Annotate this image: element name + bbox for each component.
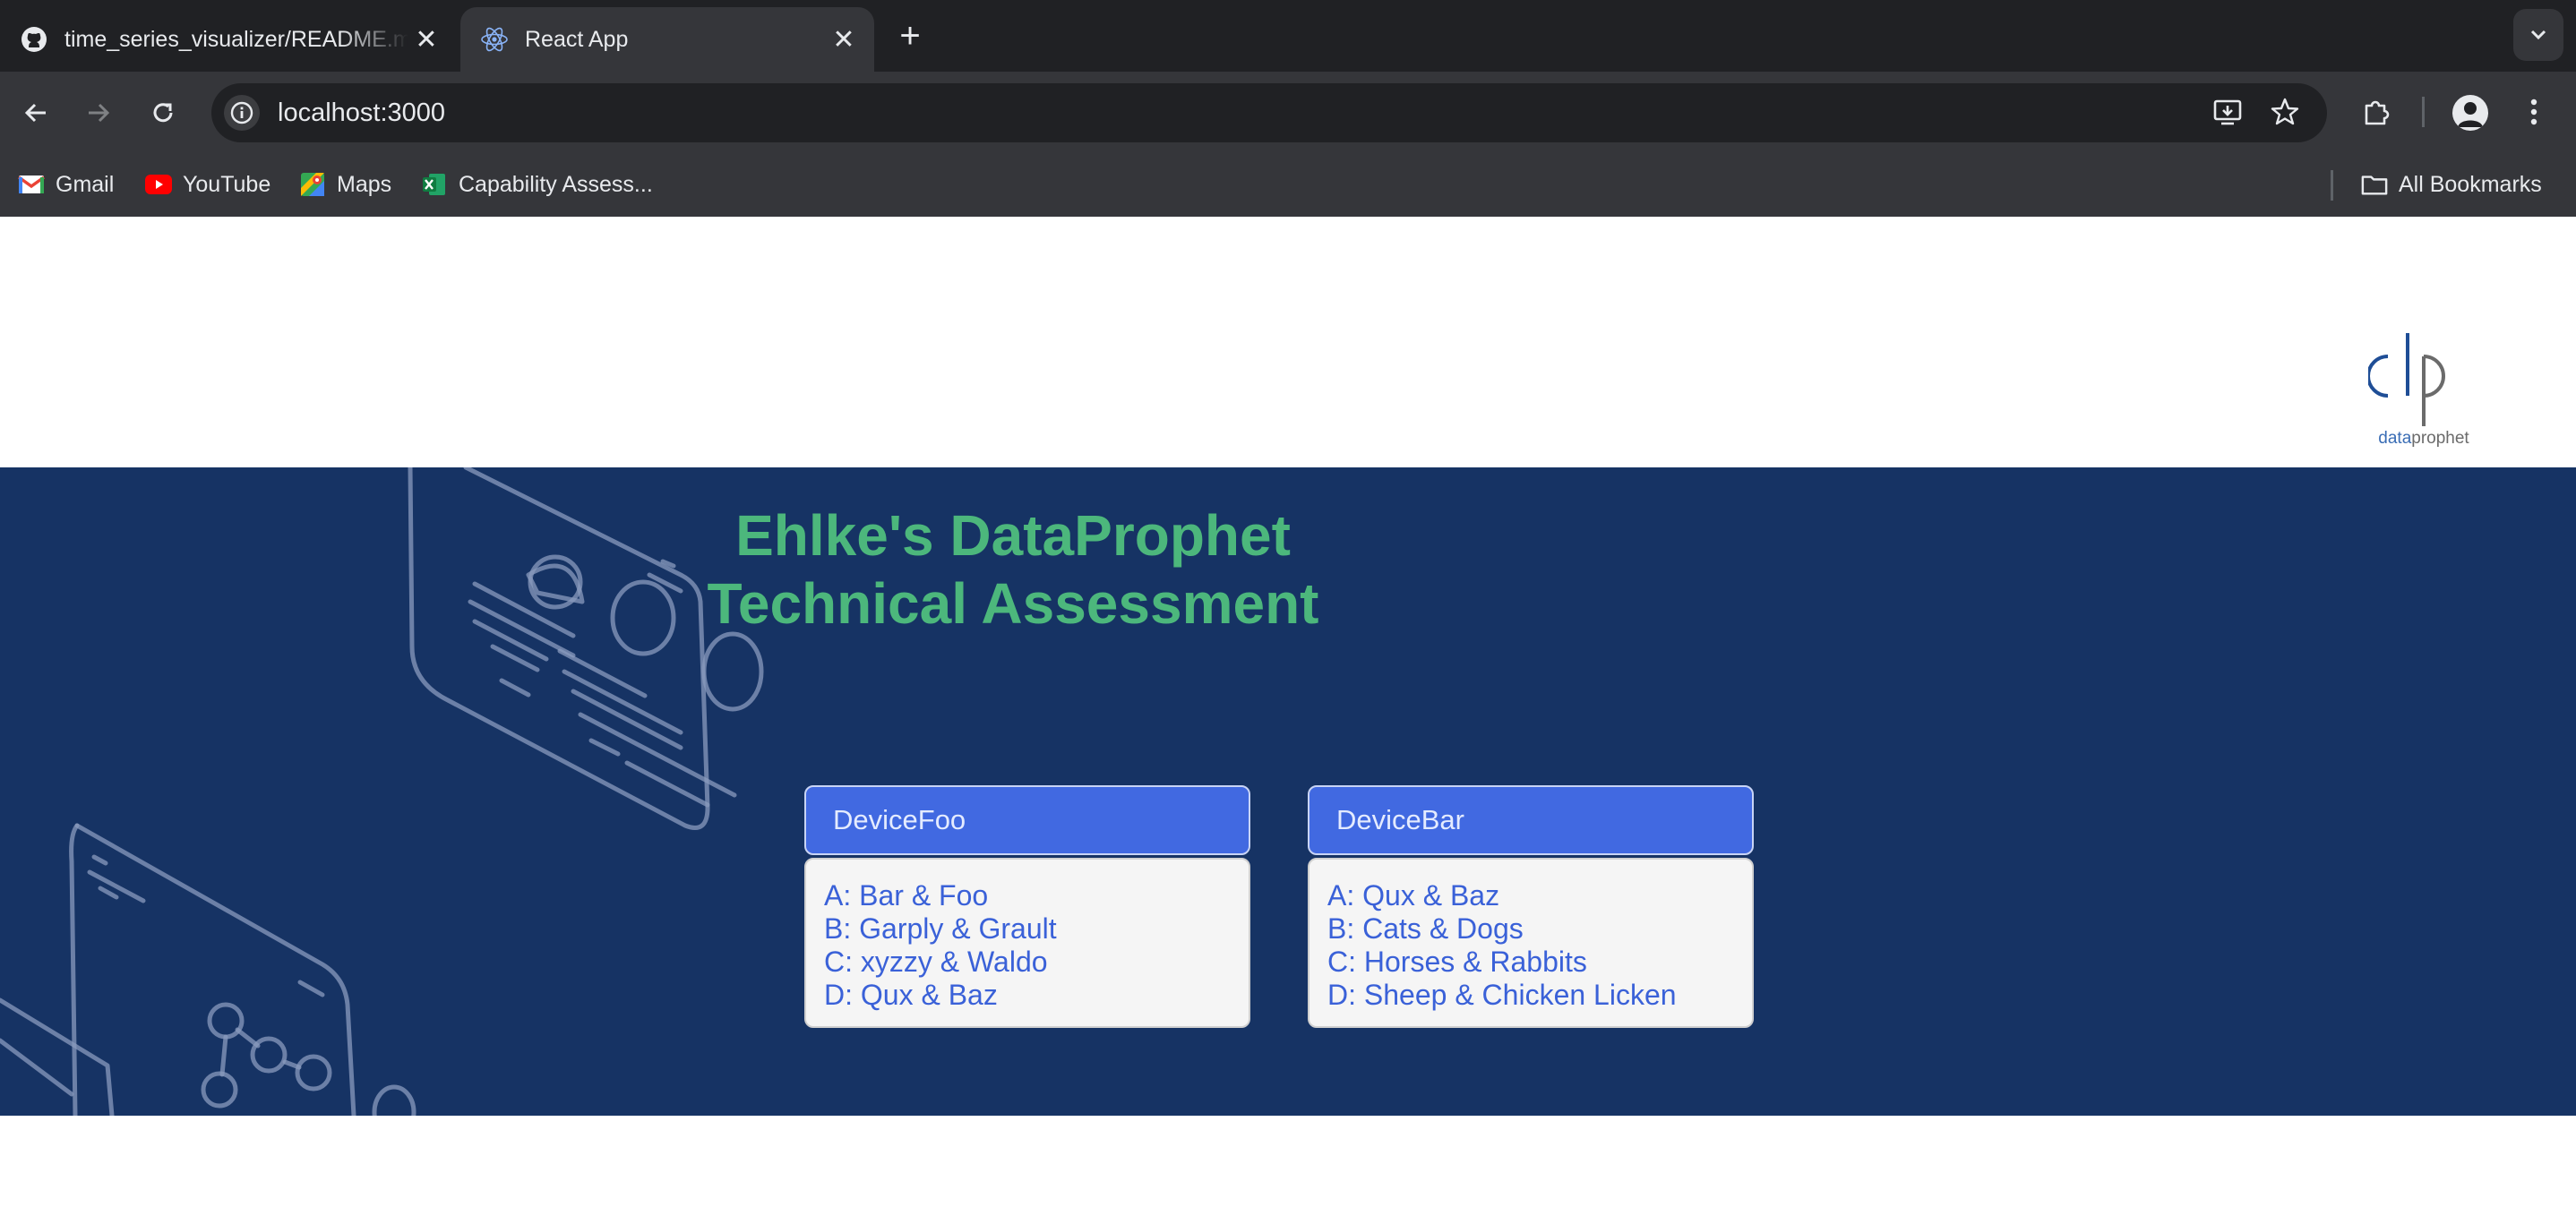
list-item[interactable]: B: Garply & Grault <box>824 912 1231 946</box>
arrow-left-icon <box>24 103 46 123</box>
kebab-menu-icon <box>2530 98 2537 125</box>
close-tab-icon[interactable]: ✕ <box>826 21 862 57</box>
folder-icon <box>2361 171 2388 198</box>
all-bookmarks-label: All Bookmarks <box>2399 171 2542 197</box>
bookmark-label: Maps <box>337 171 392 197</box>
bookmark-youtube[interactable]: YouTube <box>145 167 270 202</box>
list-item[interactable]: C: Horses & Rabbits <box>1327 946 1734 979</box>
bookmark-label: YouTube <box>183 171 271 197</box>
logo-text-prophet: prophet <box>2411 429 2469 448</box>
toolbar-divider <box>2422 97 2425 127</box>
bookmarks-divider <box>2331 170 2333 201</box>
bookmark-label: Gmail <box>56 171 115 197</box>
logo-wordmark: dataprophet <box>2368 428 2479 449</box>
arrow-right-icon <box>89 103 110 123</box>
address-bar[interactable] <box>211 83 2327 142</box>
dataprophet-logo-mark <box>2366 333 2445 426</box>
back-button[interactable] <box>13 90 59 136</box>
device-bar-button[interactable]: DeviceBar <box>1308 785 1754 855</box>
dataprophet-logo: dataprophet <box>2366 330 2479 455</box>
avatar-icon <box>2458 102 2483 127</box>
list-item[interactable]: D: Qux & Baz <box>824 979 1231 1012</box>
list-item[interactable]: A: Bar & Foo <box>824 879 1231 912</box>
tab-title: time_series_visualizer/README.md <box>64 26 408 52</box>
info-icon <box>230 101 253 124</box>
extensions-button[interactable] <box>2357 93 2395 131</box>
device-foo-button[interactable]: DeviceFoo <box>804 785 1250 855</box>
device-foo-label: DeviceFoo <box>833 804 966 835</box>
page-header <box>0 217 2576 467</box>
device-bar-list: A: Qux & Baz B: Cats & Dogs C: Horses & … <box>1308 858 1754 1028</box>
all-bookmarks-button[interactable]: All Bookmarks <box>2361 167 2542 202</box>
chevron-down-icon <box>2530 30 2546 40</box>
profile-button[interactable] <box>2452 95 2488 131</box>
menu-button[interactable] <box>2520 93 2547 131</box>
reload-button[interactable] <box>140 90 186 136</box>
list-item[interactable]: D: Sheep & Chicken Licken <box>1327 979 1734 1012</box>
list-item[interactable]: B: Cats & Dogs <box>1327 912 1734 946</box>
install-icon <box>2213 99 2242 125</box>
bookmark-star-button[interactable] <box>2266 93 2304 131</box>
site-info-button[interactable] <box>224 95 260 131</box>
logo-text-data: data <box>2378 429 2412 448</box>
forward-button[interactable] <box>75 90 122 136</box>
tab-react-app[interactable]: React App ✕ <box>460 7 874 72</box>
close-tab-icon[interactable]: ✕ <box>408 21 444 57</box>
puzzle-icon <box>2365 100 2390 125</box>
maps-icon <box>299 171 326 198</box>
tab-title: React App <box>525 26 629 52</box>
bookmark-maps[interactable]: Maps <box>299 167 391 202</box>
react-icon <box>480 25 509 54</box>
page-title-line1: Ehlke's DataProphet <box>735 503 1291 568</box>
star-icon <box>2271 98 2299 125</box>
device-bar-label: DeviceBar <box>1336 804 1464 835</box>
youtube-icon <box>145 171 172 198</box>
github-icon <box>20 25 48 54</box>
list-item[interactable]: A: Qux & Baz <box>1327 879 1734 912</box>
bookmark-label: Capability Assess... <box>459 171 653 197</box>
device-foo-list: A: Bar & Foo B: Garply & Grault C: xyzzy… <box>804 858 1250 1028</box>
tab-search-button[interactable] <box>2513 9 2563 61</box>
url-text[interactable]: localhost:3000 <box>278 95 445 131</box>
bookmark-gmail[interactable]: Gmail <box>18 167 114 202</box>
bookmark-capability-assessment[interactable]: Capability Assess... <box>421 167 653 202</box>
list-item[interactable]: C: xyzzy & Waldo <box>824 946 1231 979</box>
excel-icon <box>421 171 448 198</box>
tab-github-readme[interactable]: time_series_visualizer/README.md ✕ <box>0 7 457 72</box>
gmail-icon <box>18 171 45 198</box>
reload-icon <box>153 103 173 123</box>
page-title: Ehlke's DataProphet Technical Assessment <box>0 501 2576 638</box>
new-tab-button[interactable]: + <box>892 16 928 56</box>
page-title-line2: Technical Assessment <box>707 571 1319 636</box>
install-app-button[interactable] <box>2209 93 2246 131</box>
